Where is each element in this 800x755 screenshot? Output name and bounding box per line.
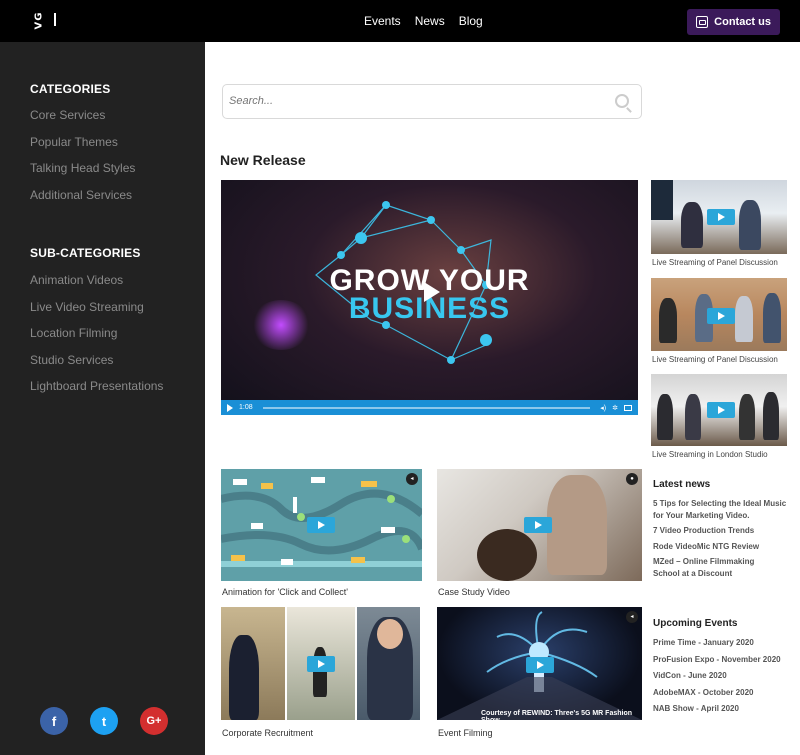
upcoming-events-list: Prime Time - January 2020 ProFusion Expo… [653,637,798,715]
nav-link-news[interactable]: News [415,14,445,28]
face-shape [377,619,403,649]
person-figure [681,202,703,248]
contact-us-label: Contact us [714,16,771,28]
mute-icon[interactable]: ◂ [406,473,418,485]
logo-text: VG [33,11,45,30]
sidebar-item-talking-head-styles[interactable]: Talking Head Styles [30,161,135,188]
play-control-icon[interactable] [227,403,233,412]
grid-video-animation[interactable]: ◂ [221,469,422,581]
search-input[interactable] [229,95,599,107]
categories-list: Core Services Popular Themes Talking Hea… [30,108,135,214]
person-figure [763,392,779,440]
sidebar-item-animation-videos[interactable]: Animation Videos [30,273,163,300]
event-item[interactable]: ProFusion Expo - November 2020 [653,654,798,666]
main-nav: Events News Blog [364,14,483,28]
play-icon[interactable] [707,308,735,324]
nav-link-events[interactable]: Events [364,14,401,28]
logo-bar [53,13,56,26]
person-figure [739,394,755,440]
volume-icon[interactable]: ◂) [600,404,606,412]
sidebar-item-additional-services[interactable]: Additional Services [30,188,135,215]
event-item[interactable]: Prime Time - January 2020 [653,637,798,649]
sidebar-item-core-services[interactable]: Core Services [30,108,135,135]
person-figure [685,394,701,440]
top-navigation-bar: VG Events News Blog Contact us [0,0,800,42]
grid-video-case-study-caption[interactable]: Case Study Video [438,587,510,597]
sidebar-item-studio-services[interactable]: Studio Services [30,353,163,380]
play-icon[interactable] [307,517,335,533]
grid-video-event[interactable]: ◂ Courtesy of REWIND: Three's 5G MR Fash… [437,607,642,720]
progress-track[interactable] [262,406,591,409]
play-icon[interactable] [413,275,447,309]
event-item[interactable]: NAB Show - April 2020 [653,703,798,715]
settings-gear-icon[interactable]: ✲ [612,404,618,412]
news-item[interactable]: 7 Video Production Trends [653,525,793,537]
site-logo[interactable]: VG [30,12,56,29]
play-icon[interactable] [526,657,554,673]
play-icon[interactable] [707,402,735,418]
search-box [222,84,642,119]
screen-graphic [651,180,673,220]
event-item[interactable]: AdobeMAX - October 2020 [653,687,798,699]
play-icon[interactable] [524,517,552,533]
subcategories-heading: SUB-CATEGORIES [30,246,141,260]
video-credit-overlay: Courtesy of REWIND: Three's 5G MR Fashio… [481,710,633,720]
grid-video-recruitment[interactable] [221,607,420,720]
sidebar-item-popular-themes[interactable]: Popular Themes [30,135,135,162]
contact-us-button[interactable]: Contact us [687,9,780,35]
mute-icon[interactable]: ◂ [626,611,638,623]
search-icon[interactable] [615,94,629,108]
news-item[interactable]: MZed – Online Filmmaking School at a Dis… [653,556,768,579]
facebook-icon[interactable]: f [40,707,68,735]
play-icon[interactable] [707,209,735,225]
person-figure [313,647,327,697]
side-video-3-caption[interactable]: Live Streaming in London Studio [652,450,768,459]
upcoming-events-heading: Upcoming Events [653,618,738,629]
person-figure [477,529,537,581]
side-video-3[interactable] [651,374,787,446]
twitter-icon[interactable]: t [90,707,118,735]
person-figure [735,296,753,342]
grid-video-animation-caption[interactable]: Animation for 'Click and Collect' [222,587,348,597]
play-icon[interactable] [307,656,335,672]
sidebar-item-live-video-streaming[interactable]: Live Video Streaming [30,300,163,327]
side-video-1[interactable] [651,180,787,254]
person-figure [657,394,673,440]
subcategories-list: Animation Videos Live Video Streaming Lo… [30,273,163,406]
latest-news-heading: Latest news [653,479,711,490]
grid-video-case-study[interactable]: ● [437,469,642,581]
grid-video-event-caption[interactable]: Event Filming [438,728,493,738]
side-video-2-caption[interactable]: Live Streaming of Panel Discussion [652,355,778,364]
video-time: 1:08 [239,404,253,411]
social-links: f t G+ [40,707,168,735]
sidebar-item-lightboard-presentations[interactable]: Lightboard Presentations [30,379,163,406]
nav-link-blog[interactable]: Blog [459,14,483,28]
mute-icon[interactable]: ● [626,473,638,485]
google-plus-icon[interactable]: G+ [140,707,168,735]
person-figure [739,200,761,250]
section-title-new-release: New Release [220,152,306,168]
news-item[interactable]: Rode VideoMic NTG Review [653,541,793,553]
person-figure [547,475,607,575]
person-figure [763,293,781,343]
categories-heading: CATEGORIES [30,82,111,96]
sidebar-item-location-filming[interactable]: Location Filming [30,326,163,353]
video-controls: 1:08 ◂) ✲ [221,400,638,415]
side-video-2[interactable] [651,278,787,351]
event-item[interactable]: VidCon - June 2020 [653,670,798,682]
person-figure [659,298,677,343]
side-video-1-caption[interactable]: Live Streaming of Panel Discussion [652,258,778,267]
grid-video-recruitment-caption[interactable]: Corporate Recruitment [222,728,313,738]
news-item[interactable]: 5 Tips for Selecting the Ideal Music for… [653,498,793,521]
contact-card-icon [696,16,709,28]
sidebar: CATEGORIES Core Services Popular Themes … [0,42,205,755]
person-figure [229,635,259,720]
latest-news-list: 5 Tips for Selecting the Ideal Music for… [653,498,793,580]
fullscreen-icon[interactable] [624,404,632,411]
featured-video-player[interactable]: GROW YOUR BUSINESS 1:08 ◂) ✲ [221,180,638,415]
